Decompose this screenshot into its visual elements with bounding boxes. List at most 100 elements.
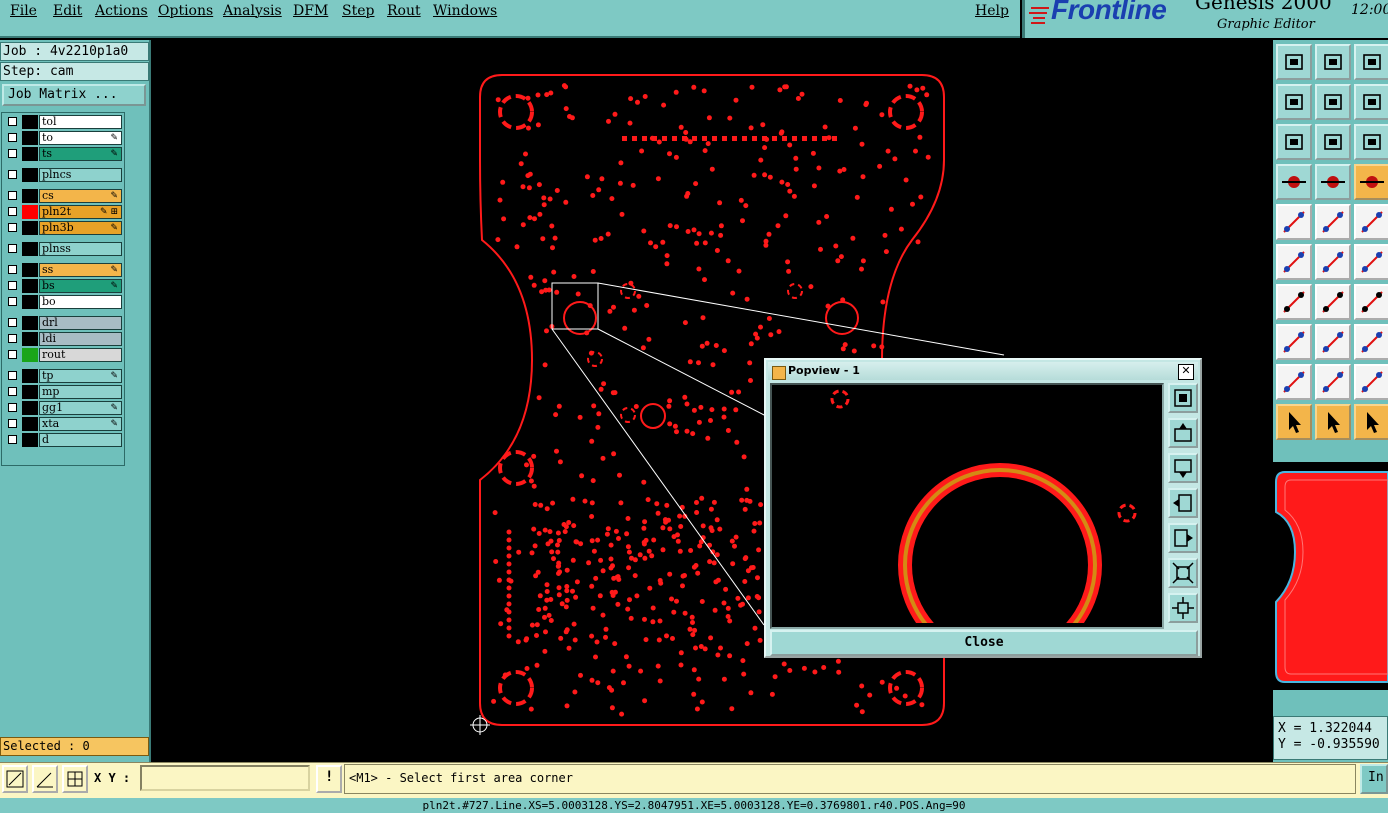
menu-help[interactable]: Help [975,3,1009,19]
layer-row-bo[interactable]: bo [4,295,122,309]
layer-checkbox[interactable] [8,133,17,142]
fit-tool[interactable] [1276,124,1312,160]
net-tool[interactable] [1354,164,1388,200]
xy-input[interactable] [140,765,310,791]
layer-color-swatch[interactable] [22,385,38,399]
layer-name[interactable]: bo [39,295,122,309]
select-area-tool[interactable] [1315,404,1351,440]
layer-name[interactable]: ts ✎ [39,147,122,161]
layer-name[interactable]: cs ✎ [39,189,122,203]
popview-pan-right-button[interactable] [1168,523,1198,553]
layer-color-swatch[interactable] [22,263,38,277]
job-matrix-button[interactable]: Job Matrix ... [2,84,146,106]
popview-pan-up-button[interactable] [1168,418,1198,448]
pan-right-tool[interactable] [1315,84,1351,120]
menu-analysis[interactable]: Analysis [223,3,282,19]
menu-windows[interactable]: Windows [433,3,497,19]
layer-color-swatch[interactable] [22,205,38,219]
route-tool[interactable] [1354,244,1388,280]
layer-checkbox[interactable] [8,149,17,158]
menu-file[interactable]: File [10,3,37,19]
triangle-tool[interactable] [1276,364,1312,400]
home-tool[interactable] [1354,44,1388,80]
layer-color-swatch[interactable] [22,221,38,235]
ruler-tool[interactable] [1354,204,1388,240]
popview-pan-left-button[interactable] [1168,488,1198,518]
delete-pad-tool[interactable] [1315,244,1351,280]
board-minimap[interactable] [1273,462,1388,690]
popview-title-bar[interactable]: Popview - 1 ✕ [768,362,1198,380]
layer-color-swatch[interactable] [22,417,38,431]
grid-mode-button[interactable] [62,765,88,793]
pan-left-tool[interactable] [1276,84,1312,120]
layer-color-swatch[interactable] [22,295,38,309]
layer-row-plnss[interactable]: plnss [4,242,122,256]
probe-tool[interactable] [1315,164,1351,200]
layer-name[interactable]: gg1 ✎ [39,401,122,415]
layer-checkbox[interactable] [8,318,17,327]
layer-checkbox[interactable] [8,419,17,428]
layer-name[interactable]: d [39,433,122,447]
resize-tool[interactable] [1354,324,1388,360]
layer-row-mp[interactable]: mp [4,385,122,399]
layer-row-xta[interactable]: xta ✎ [4,417,122,431]
layer-name[interactable]: xta ✎ [39,417,122,431]
layer-color-swatch[interactable] [22,242,38,256]
angle-tool[interactable] [1276,284,1312,320]
layer-row-ss[interactable]: ss ✎ [4,263,122,277]
add-pad-tool[interactable] [1276,324,1312,360]
layer-checkbox[interactable] [8,350,17,359]
layer-color-swatch[interactable] [22,168,38,182]
measure-line-tool[interactable] [1315,204,1351,240]
layer-name[interactable]: ss ✎ [39,263,122,277]
popview-zoom-home-button[interactable] [1168,383,1198,413]
layer-row-pln3b[interactable]: pln3b ✎ [4,221,122,235]
popview-pan-down-button[interactable] [1168,453,1198,483]
snap-mode-button[interactable] [2,765,28,793]
layer-checkbox[interactable] [8,281,17,290]
layer-checkbox[interactable] [8,117,17,126]
layer-color-swatch[interactable] [22,115,38,129]
layer-checkbox[interactable] [8,223,17,232]
layer-row-cs[interactable]: cs ✎ [4,189,122,203]
menu-rout[interactable]: Rout [387,3,421,19]
slash-tool[interactable] [1315,284,1351,320]
arc-tool[interactable] [1354,284,1388,320]
close-icon[interactable]: ✕ [1178,364,1194,380]
layer-name[interactable]: pln2t ✎ ⊞ [39,205,122,219]
layer-checkbox[interactable] [8,191,17,200]
layer-name[interactable]: drl [39,316,122,330]
layer-color-swatch[interactable] [22,332,38,346]
layer-row-bs[interactable]: bs ✎ [4,279,122,293]
layer-row-rout[interactable]: rout [4,348,122,362]
menu-step[interactable]: Step [342,3,374,19]
layer-color-swatch[interactable] [22,131,38,145]
layer-row-gg1[interactable]: gg1 ✎ [4,401,122,415]
layer-checkbox[interactable] [8,387,17,396]
popview-zoom-out-button[interactable] [1168,593,1198,623]
popview-zoom-in-button[interactable] [1168,558,1198,588]
layer-color-swatch[interactable] [22,279,38,293]
layer-checkbox[interactable] [8,334,17,343]
layer-name[interactable]: plnss [39,242,122,256]
layer-row-tp[interactable]: tp ✎ [4,369,122,383]
layer-name[interactable]: tp ✎ [39,369,122,383]
angle-mode-button[interactable] [32,765,58,793]
menu-dfm[interactable]: DFM [293,3,328,19]
scale-1-2-tool[interactable] [1354,124,1388,160]
layer-checkbox[interactable] [8,207,17,216]
layer-name[interactable]: pln3b ✎ [39,221,122,235]
layer-checkbox[interactable] [8,403,17,412]
layer-color-swatch[interactable] [22,147,38,161]
popview-canvas[interactable] [770,383,1164,629]
zoom-up-tool[interactable] [1276,44,1312,80]
popview-close-button[interactable]: Close [770,630,1198,656]
layer-checkbox[interactable] [8,265,17,274]
layer-color-swatch[interactable] [22,348,38,362]
layer-color-swatch[interactable] [22,369,38,383]
select-tool[interactable] [1276,404,1312,440]
snap-pad-tool[interactable] [1276,204,1312,240]
layer-checkbox[interactable] [8,170,17,179]
layer-color-swatch[interactable] [22,316,38,330]
layer-row-pln2t[interactable]: pln2t ✎ ⊞ [4,205,122,219]
